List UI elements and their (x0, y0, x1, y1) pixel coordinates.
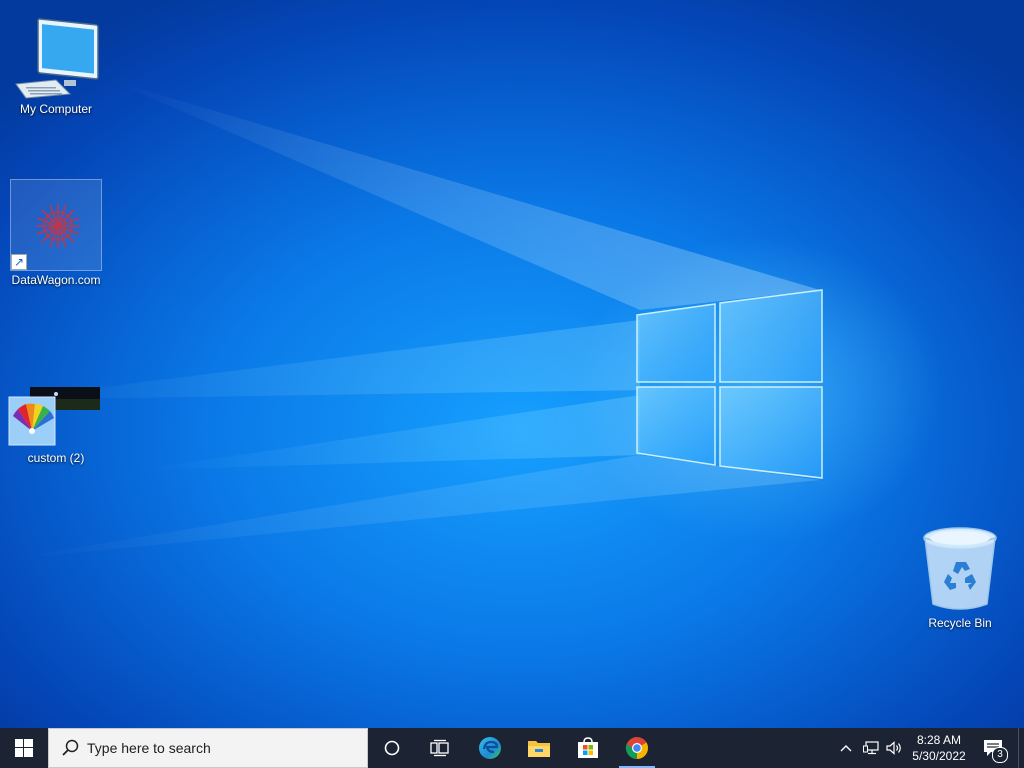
edge-taskbar-button[interactable] (466, 728, 514, 768)
chevron-up-icon (840, 745, 852, 752)
recycle-bin-icon (920, 522, 1000, 614)
computer-monitor-icon (12, 10, 100, 100)
search-icon (61, 739, 79, 757)
store-bag-icon (578, 737, 598, 758)
speaker-icon (886, 741, 901, 755)
cortana-circle-icon (384, 740, 400, 756)
windows-logo-wallpaper (636, 289, 823, 479)
windows-start-icon (15, 739, 33, 757)
datawagon-shortcut-icon: ↗ (10, 179, 102, 271)
store-taskbar-button[interactable] (564, 728, 612, 768)
desktop-icon-datawagon[interactable]: ↗ DataWagon.com (8, 179, 104, 287)
color-palette-icon (8, 385, 104, 449)
chrome-icon (625, 737, 648, 759)
taskbar: Type here to search 8:28 AM 5/30/2022 3 (0, 728, 1024, 768)
start-button[interactable] (0, 728, 48, 768)
network-tray-button[interactable] (860, 728, 882, 768)
task-view-icon (430, 739, 449, 757)
desktop-icon-label: Recycle Bin (928, 616, 992, 630)
chrome-taskbar-button[interactable] (613, 728, 661, 768)
clock-date: 5/30/2022 (912, 749, 966, 763)
search-placeholder-text: Type here to search (87, 740, 211, 756)
wallpaper-light-beams (0, 80, 820, 560)
shortcut-arrow-icon: ↗ (11, 254, 27, 270)
desktop-icon-label: DataWagon.com (11, 273, 101, 287)
show-hidden-icons-button[interactable] (836, 728, 856, 768)
desktop-icon-recycle-bin[interactable]: Recycle Bin (912, 522, 1008, 630)
edge-icon (479, 737, 501, 759)
search-box[interactable]: Type here to search (48, 728, 368, 768)
desktop-background[interactable]: My Computer ↗ DataWagon.com custom (2) R… (0, 0, 1024, 728)
desktop-icon-label: My Computer (19, 102, 93, 116)
desktop-icon-label: custom (2) (27, 451, 85, 465)
desktop-icon-my-computer[interactable]: My Computer (8, 10, 104, 116)
folder-icon (528, 741, 550, 757)
network-icon (863, 741, 879, 755)
cortana-button[interactable] (368, 728, 416, 768)
action-center-button[interactable]: 3 (976, 728, 1010, 768)
system-clock[interactable]: 8:28 AM 5/30/2022 (906, 728, 972, 768)
desktop-icon-custom[interactable]: custom (2) (8, 385, 104, 465)
show-desktop-button[interactable] (1018, 728, 1024, 768)
notification-count-badge: 3 (992, 747, 1008, 763)
clock-time: 8:28 AM (916, 733, 962, 747)
volume-tray-button[interactable] (884, 728, 906, 768)
file-explorer-taskbar-button[interactable] (515, 728, 563, 768)
task-view-button[interactable] (416, 728, 464, 768)
